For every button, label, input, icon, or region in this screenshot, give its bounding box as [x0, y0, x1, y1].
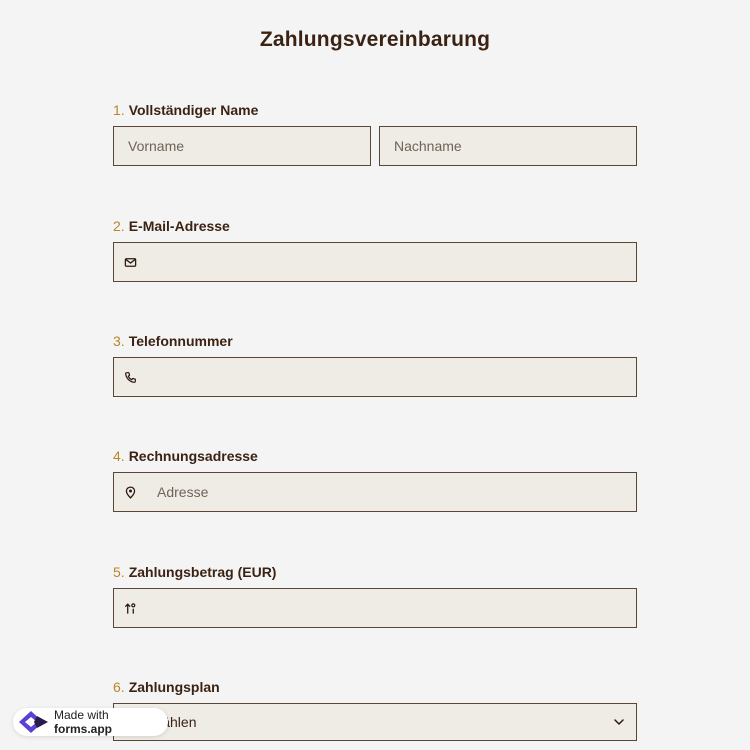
question-payment-amount: 5. Zahlungsbetrag (EUR)	[113, 562, 637, 628]
phone-field[interactable]	[113, 357, 637, 397]
question-label: 3. Telefonnummer	[113, 331, 637, 351]
question-text: Vollständiger Name	[128, 102, 259, 118]
made-with-badge[interactable]: Made with forms.app	[13, 708, 168, 736]
question-label: 1. Vollständiger Name	[113, 100, 637, 120]
question-label: 6. Zahlungsplan	[113, 677, 637, 697]
question-full-name: 1. Vollständiger Name Vorname Nachname	[113, 100, 637, 166]
question-label: 5. Zahlungsbetrag (EUR)	[113, 562, 637, 582]
number-sort-icon	[123, 601, 137, 615]
question-text: Telefonnummer	[128, 333, 233, 349]
question-text: Rechnungsadresse	[128, 448, 258, 464]
last-name-placeholder: Nachname	[394, 138, 462, 154]
address-placeholder: Adresse	[157, 484, 209, 500]
phone-icon	[123, 370, 137, 384]
payment-plan-select-value: Auswählen	[128, 714, 612, 730]
question-number: 4.	[113, 448, 125, 464]
question-label: 2. E-Mail-Adresse	[113, 216, 637, 236]
question-number: 1.	[113, 102, 125, 118]
email-field[interactable]	[113, 242, 637, 282]
envelope-icon	[123, 255, 137, 269]
question-billing-address: 4. Rechnungsadresse Adresse	[113, 446, 637, 512]
question-text: E-Mail-Adresse	[128, 218, 230, 234]
chevron-down-icon	[612, 715, 626, 729]
page-title: Zahlungsvereinbarung	[259, 28, 491, 51]
first-name-placeholder: Vorname	[128, 138, 185, 154]
badge-brand: forms.app	[54, 722, 113, 736]
question-label: 4. Rechnungsadresse	[113, 446, 637, 466]
question-email: 2. E-Mail-Adresse	[113, 216, 637, 282]
map-pin-icon	[123, 485, 137, 499]
question-text: Zahlungsplan	[128, 679, 220, 695]
amount-field[interactable]	[113, 588, 637, 628]
question-number: 6.	[113, 679, 125, 695]
question-number: 2.	[113, 218, 125, 234]
question-text: Zahlungsbetrag (EUR)	[128, 564, 277, 580]
question-number: 5.	[113, 564, 125, 580]
last-name-field[interactable]: Nachname	[379, 126, 637, 166]
badge-text: Made with forms.app	[54, 708, 168, 736]
forms-app-logo-icon	[19, 710, 49, 734]
badge-prefix: Made with	[54, 708, 109, 722]
first-name-field[interactable]: Vorname	[113, 126, 371, 166]
question-phone: 3. Telefonnummer	[113, 331, 637, 397]
question-payment-plan: 6.Zahlungsplan Auswählen	[113, 677, 637, 741]
payment-plan-select[interactable]: Auswählen	[113, 703, 637, 741]
question-number: 3.	[113, 333, 125, 349]
address-field[interactable]: Adresse	[113, 472, 637, 512]
